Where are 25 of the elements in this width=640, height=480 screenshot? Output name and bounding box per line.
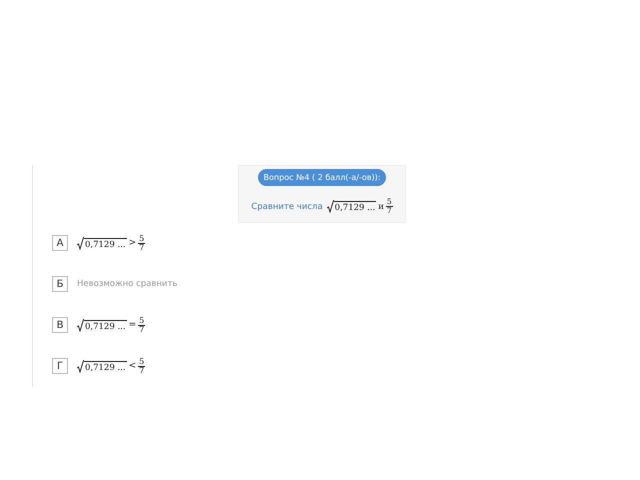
question-prompt: Сравните числа	[251, 202, 323, 212]
denominator: 7	[139, 326, 144, 334]
radical-sign-icon	[77, 236, 84, 250]
radical-sign-icon	[77, 360, 84, 372]
answer-text: Невозможно сравнить	[77, 279, 178, 289]
denominator: 7	[139, 244, 144, 252]
operator: <	[128, 361, 136, 371]
answer-letter[interactable]: Б	[52, 276, 68, 292]
denominator: 7	[139, 366, 144, 374]
answer-letter[interactable]: В	[52, 317, 68, 333]
conjunction: и	[378, 202, 384, 212]
radicand: 0,7129 ...	[84, 238, 127, 250]
numerator: 5	[138, 234, 146, 244]
answer-letter[interactable]: Г	[52, 358, 68, 374]
numerator: 5	[138, 358, 146, 366]
radical-sign-icon	[326, 200, 334, 214]
radicand: 0,7129 ...	[84, 360, 127, 372]
radical-sign-icon	[77, 318, 84, 332]
question-badge: Вопрос №4 ( 2 балл(-а/-ов)):	[258, 169, 386, 186]
numerator: 5	[138, 316, 146, 326]
operator: >	[128, 238, 136, 248]
radicand: 0,7129 ...	[84, 320, 127, 332]
answer-letter[interactable]: А	[52, 235, 68, 251]
radicand: 0,7129 ...	[334, 201, 376, 214]
operator: =	[128, 320, 136, 330]
